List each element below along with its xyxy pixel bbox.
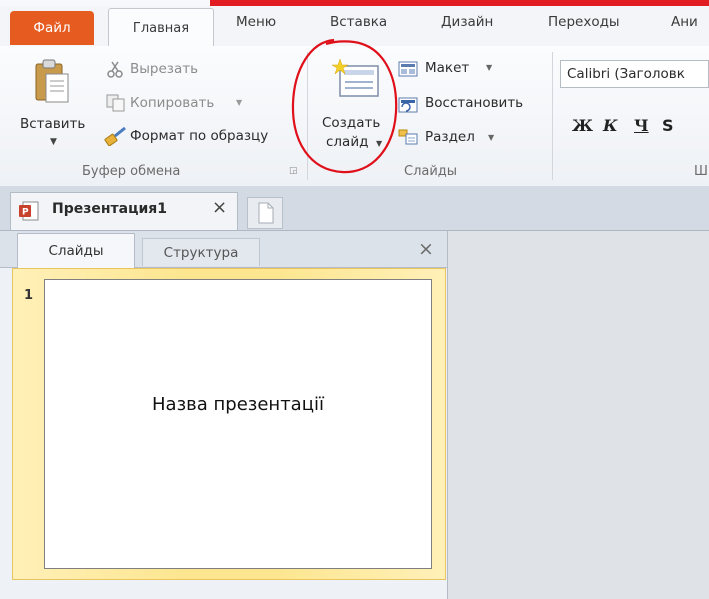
highlight-circle <box>291 38 398 174</box>
new-document-icon <box>258 202 274 224</box>
format-painter-button[interactable]: Формат по образцу <box>130 128 268 144</box>
section-button[interactable]: Раздел <box>425 129 475 145</box>
paste-icon[interactable] <box>32 58 74 106</box>
layout-button[interactable]: Макет <box>425 60 469 76</box>
tab-outline[interactable]: Структура <box>142 238 260 266</box>
document-close-icon[interactable]: × <box>212 197 227 218</box>
reset-icon <box>398 95 418 117</box>
tab-home[interactable]: Главная <box>108 8 214 47</box>
tab-transitions[interactable]: Переходы <box>548 14 620 30</box>
layout-dropdown-icon[interactable]: ▼ <box>486 63 492 72</box>
tab-slides[interactable]: Слайды <box>17 233 135 268</box>
editing-area[interactable] <box>448 231 709 599</box>
new-document-tab[interactable] <box>247 197 283 229</box>
paste-dropdown-icon[interactable]: ▼ <box>50 137 57 147</box>
reset-button[interactable]: Восстановить <box>425 95 523 111</box>
tab-design[interactable]: Дизайн <box>441 14 493 30</box>
layout-icon <box>398 61 418 81</box>
powerpoint-file-icon: P <box>18 200 40 226</box>
slide-title-text: Назва презентації <box>152 394 324 415</box>
slides-group-label: Слайды <box>404 164 458 179</box>
font-group-label: Ш <box>694 164 708 179</box>
format-painter-icon <box>104 126 128 150</box>
cut-button[interactable]: Вырезать <box>130 61 198 77</box>
underline-button[interactable]: Ч <box>634 116 649 135</box>
tab-menu[interactable]: Меню <box>236 14 276 30</box>
bold-button[interactable]: Ж <box>572 116 593 135</box>
italic-button[interactable]: К <box>603 116 618 135</box>
copy-icon <box>106 94 126 116</box>
clipboard-group-label: Буфер обмена <box>82 164 181 179</box>
pane-close-icon[interactable]: × <box>418 238 434 260</box>
tab-animations[interactable]: Ани <box>671 14 698 30</box>
copy-button[interactable]: Копировать <box>130 95 214 111</box>
tab-insert[interactable]: Вставка <box>330 14 387 30</box>
slide-number: 1 <box>24 288 34 303</box>
paste-button-label[interactable]: Вставить <box>20 116 85 132</box>
strikethrough-button[interactable]: S <box>662 116 674 135</box>
group-divider <box>552 52 553 180</box>
section-dropdown-icon[interactable]: ▼ <box>488 133 494 142</box>
cut-icon <box>106 60 124 82</box>
slide-thumbnail[interactable]: Назва презентації <box>44 279 432 569</box>
svg-text:P: P <box>22 208 29 218</box>
document-tab-title[interactable]: Презентация1 <box>52 201 167 217</box>
copy-dropdown-icon[interactable]: ▼ <box>236 98 242 107</box>
tab-file[interactable]: Файл <box>10 11 94 45</box>
font-name-combobox[interactable]: Calibri (Заголовк <box>560 60 709 88</box>
section-icon <box>398 128 418 150</box>
